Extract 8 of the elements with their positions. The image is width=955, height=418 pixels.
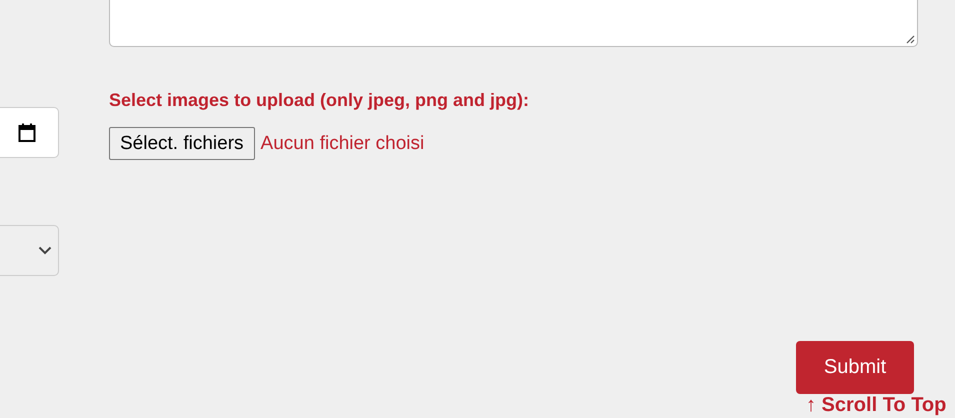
submit-button[interactable]: Submit bbox=[796, 341, 914, 394]
file-status: Aucun fichier choisi bbox=[260, 132, 424, 154]
chevron-down-icon bbox=[38, 246, 52, 255]
calendar-icon[interactable] bbox=[18, 122, 36, 142]
upload-label: Select images to upload (only jpeg, png and jpg): bbox=[109, 89, 530, 112]
scroll-to-top-link[interactable]: ↑ Scroll To Top bbox=[806, 395, 946, 415]
resize-grip-icon[interactable] bbox=[906, 35, 915, 44]
choose-files-button[interactable]: Sélect. fichiers bbox=[109, 127, 255, 160]
